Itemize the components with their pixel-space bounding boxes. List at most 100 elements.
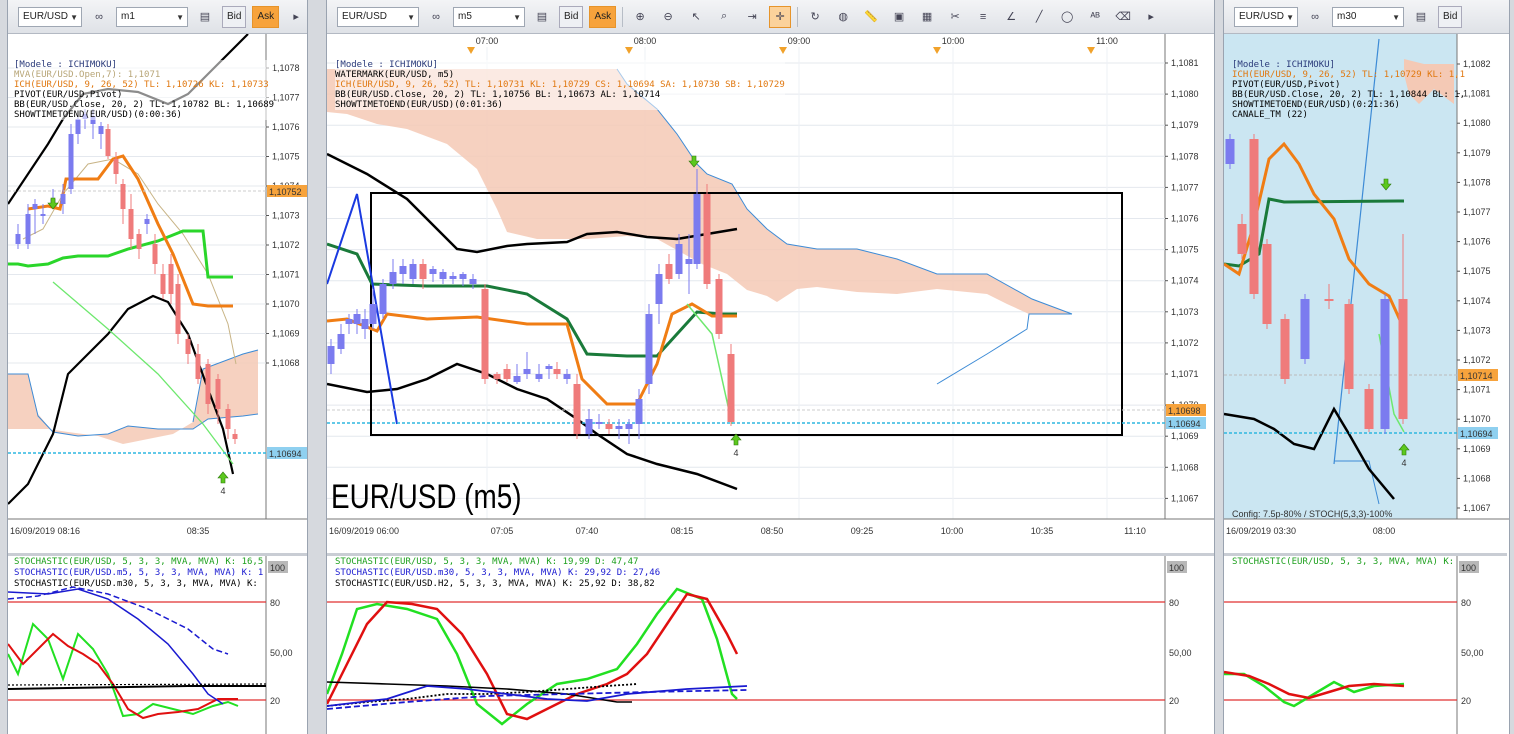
stoch-tick-label: 20 [1461, 696, 1471, 706]
candle [1237, 224, 1247, 254]
timeframe-select[interactable]: m5 ▼ [453, 6, 525, 27]
candle [1344, 304, 1354, 389]
zoom-out-icon[interactable]: ⊖ [657, 6, 679, 28]
refresh-icon[interactable]: ↻ [804, 6, 826, 28]
candle [535, 374, 543, 379]
legend-line: PIVOT(EUR/USD,Pivot) [14, 90, 123, 100]
pointer-icon[interactable]: ↖ [685, 6, 707, 28]
bid-button[interactable]: Bid [222, 5, 247, 28]
y-tick-label: 1,1072 [1463, 355, 1491, 365]
chart-toolbar: EUR/USD ▼ ∞ m5 ▼ ▤ Bid Ask ⊕ ⊖ ↖ ⌕ ⇥ ✛ ↻ ◍… [327, 0, 1214, 34]
legend-line: ICH(EUR/USD, 9, 26, 52) TL: 1,10731 KL: … [335, 80, 785, 90]
timeframe-select[interactable]: m1 ▼ [116, 6, 188, 27]
candle [553, 369, 561, 374]
image-icon[interactable]: ▣ [888, 6, 910, 28]
candle [25, 214, 31, 244]
y-tick-label: 1,1071 [1171, 369, 1199, 379]
bid-button[interactable]: Bid [1438, 5, 1463, 28]
x-tick-label: 08:50 [761, 526, 784, 536]
chart-area-m5[interactable]: 1,1081 1,1080 1,1079 1,1078 1,1077 1,1076 1,10… [327, 34, 1215, 734]
candle [98, 126, 104, 134]
chart-type-icon[interactable]: ▤ [1410, 6, 1432, 28]
legend-line: BB(EUR/USD.Close, 20, 2) TL: 1,10782 BL:… [14, 100, 275, 110]
y-tick-label: 1,1073 [1171, 307, 1199, 317]
stochastic-legend: STOCHASTIC(EUR/USD, 5, 3, 3, MVA, MVA) K… [1232, 557, 1454, 568]
stoch-tick-label: 50,00 [1169, 648, 1192, 658]
ellipse-icon[interactable]: ◯ [1056, 6, 1078, 28]
x-tick-label: 08:15 [671, 526, 694, 536]
link-icon[interactable]: ∞ [425, 6, 447, 28]
stoch-tick-label: 100 [1461, 563, 1476, 573]
candle [523, 369, 531, 374]
panel-menu-icon[interactable]: ▸ [1140, 6, 1162, 28]
candle [685, 259, 693, 264]
chart-area-m1[interactable]: 1,10781,10771,10761,10751,10741,10731,10… [8, 34, 308, 734]
link-icon[interactable]: ∞ [88, 6, 110, 28]
chevron-down-icon: ▼ [407, 12, 415, 22]
legend-line: [Modele : ICHIMOKU] [335, 60, 438, 70]
chart-type-icon[interactable]: ▤ [531, 6, 553, 28]
stochastic-legend-line: STOCHASTIC(EUR/USD.H2, 5, 3, 3, MVA, MVA… [335, 579, 655, 589]
config-label: Config: 7.5p-80% / STOCH(5,3,3)-100% [1232, 509, 1392, 519]
x-tick-label: 07:40 [576, 526, 599, 536]
stoch-tick-label: 100 [270, 563, 285, 573]
stochastic-m30-d [8, 683, 267, 686]
y-tick-label: 1,1073 [1463, 325, 1491, 335]
panel-menu-icon[interactable]: ▸ [285, 6, 307, 28]
candle [399, 266, 407, 274]
symbol-select[interactable]: EUR/USD ▼ [18, 6, 82, 27]
chart-type-icon[interactable]: ▤ [194, 6, 216, 28]
stochastic-k [1224, 672, 1405, 708]
x-tick-label: 07:05 [491, 526, 514, 536]
pane-divider [327, 553, 1214, 556]
stochastic-legend-line: STOCHASTIC(EUR/USD, 5, 3, 3, MVA, MVA) K… [335, 557, 639, 567]
tools-icon[interactable]: ✂ [944, 6, 966, 28]
candle [409, 264, 417, 279]
stoch-tick-label: 50,00 [270, 648, 293, 658]
bid-button[interactable]: Bid [559, 5, 584, 28]
stochastic-legend-line: STOCHASTIC(EUR/USD, 5, 3, 3, MVA, MVA) K… [14, 557, 264, 567]
stochastic-legend: STOCHASTIC(EUR/USD, 5, 3, 3, MVA, MVA) K… [14, 557, 263, 590]
link-icon[interactable]: ∞ [1304, 6, 1326, 28]
timeframe-select[interactable]: m30 ▼ [1332, 6, 1404, 27]
chart-area-m30[interactable]: 1,1082 1,1081 1,1080 1,1079 1,1078 1,1077 1,10… [1224, 34, 1510, 734]
ask-button[interactable]: Ask [589, 5, 617, 28]
pane-divider [1224, 553, 1507, 556]
text-tool-icon[interactable]: ᴬᴮ [1084, 6, 1106, 28]
ask-button[interactable]: Ask [252, 5, 280, 28]
template-icon[interactable]: ▦ [916, 6, 938, 28]
signal-arrow-label: 4 [220, 486, 225, 496]
y-tick-label: 1,1073 [272, 211, 300, 221]
crosshair-icon[interactable]: ✛ [769, 5, 792, 28]
candle [105, 129, 111, 156]
indicator-legend: [Modele : ICHIMOKU] WATERMARK(EUR/USD, m5… [335, 60, 785, 110]
y-tick-label: 1,1078 [1171, 151, 1199, 161]
globe-icon[interactable]: ◍ [832, 6, 854, 28]
zoom-area-icon[interactable]: ⌕ [713, 6, 735, 28]
symbol-select[interactable]: EUR/USD ▼ [337, 6, 419, 27]
zoom-in-icon[interactable]: ⊕ [629, 6, 651, 28]
candle [75, 119, 81, 134]
scroll-end-icon[interactable]: ⇥ [741, 6, 763, 28]
time-marker-icon [1087, 47, 1095, 54]
legend-line: BB(EUR/USD.Close, 20, 2) TL: 1,10844 BL:… [1232, 90, 1465, 100]
price-tag-label: 1,10752 [269, 187, 302, 197]
y-tick-label: 1,1076 [1463, 237, 1491, 247]
candle [144, 219, 150, 224]
candle [1398, 299, 1408, 419]
x-tick-label: 09:25 [851, 526, 874, 536]
trendline-icon[interactable]: ╱ [1028, 6, 1050, 28]
legend-line: BB(EUR/USD.Close, 20, 2) TL: 1,10756 BL:… [335, 90, 661, 100]
candle [152, 244, 158, 264]
eraser-icon[interactable]: ⌫ [1112, 6, 1134, 28]
symbol-select[interactable]: EUR/USD ▼ [1234, 6, 1298, 27]
y-tick-label: 1,1072 [1171, 338, 1199, 348]
stochastic-legend-line: STOCHASTIC(EUR/USD, 5, 3, 3, MVA, MVA) K… [1232, 557, 1455, 567]
lines-icon[interactable]: ≡ [972, 6, 994, 28]
candle [439, 272, 447, 279]
fan-icon[interactable]: ∠ [1000, 6, 1022, 28]
ruler-icon[interactable]: 📏 [860, 6, 882, 28]
y-tick-label: 1,1080 [1463, 118, 1491, 128]
candle [449, 276, 457, 279]
candle [379, 284, 387, 314]
